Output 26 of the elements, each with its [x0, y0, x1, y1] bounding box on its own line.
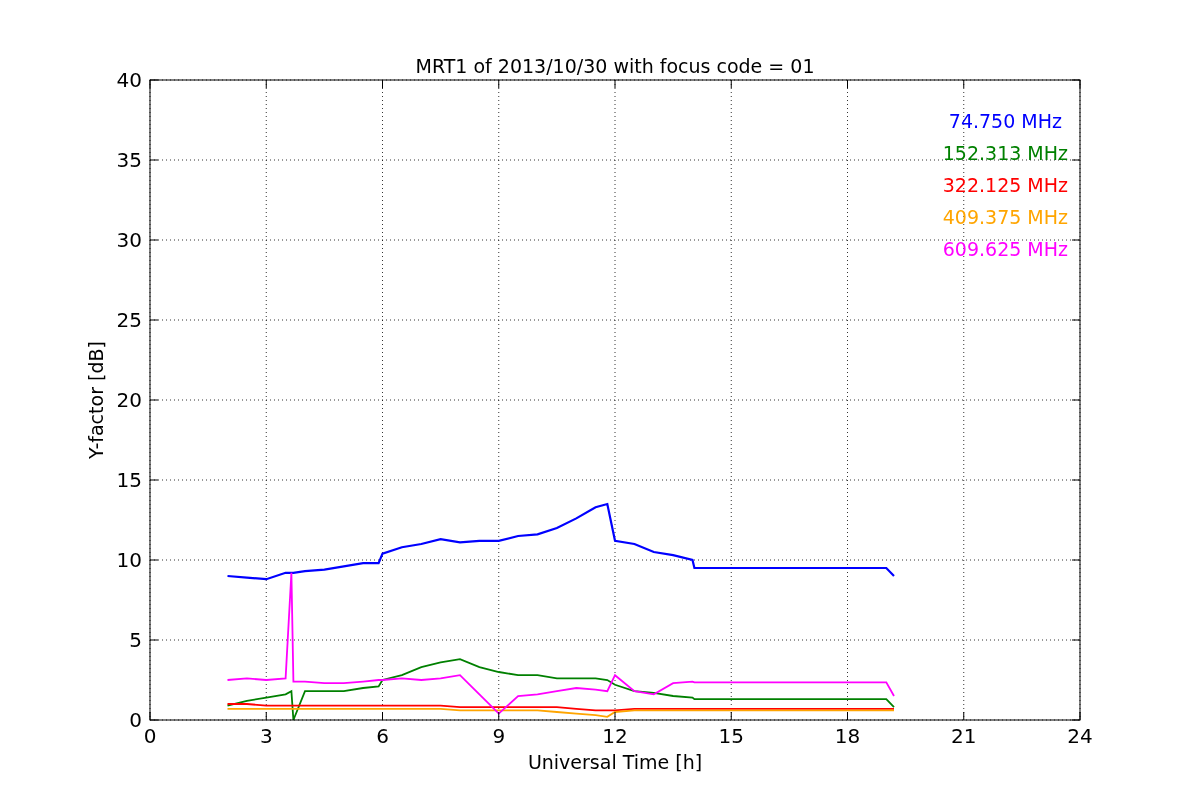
- tick-label: 10: [116, 548, 142, 572]
- tick-label: 6: [376, 724, 389, 748]
- tick-label: 0: [143, 724, 157, 748]
- x-axis-label: Universal Time [h]: [527, 751, 703, 773]
- tick-label: 30: [116, 228, 142, 252]
- legend-label: 152.313 MHz: [942, 142, 1068, 164]
- tick-label: 18: [834, 724, 861, 748]
- tick-label: 15: [116, 468, 142, 492]
- tick-label: 9: [492, 724, 506, 748]
- tick-label: 15: [718, 724, 744, 748]
- tick-label: 20: [116, 388, 142, 412]
- legend-label: 409.375 MHz: [942, 206, 1068, 228]
- legend-label: 609.625 MHz: [942, 238, 1068, 260]
- tick-label: 24: [1067, 724, 1093, 748]
- tick-label: 40: [116, 68, 142, 92]
- chart-title: MRT1 of 2013/10/30 with focus code = 01: [415, 55, 815, 77]
- tick-label: 21: [951, 724, 977, 748]
- legend-label: 322.125 MHz: [942, 174, 1068, 196]
- y-axis-label: Y-factor [dB]: [85, 341, 107, 459]
- tick-label: 12: [602, 724, 628, 748]
- tick-label: 5: [129, 628, 142, 652]
- tick-label: 3: [259, 724, 273, 748]
- tick-label: 25: [116, 308, 142, 332]
- legend-label: 74.750 MHz: [948, 110, 1062, 132]
- tick-label: 0: [129, 708, 142, 732]
- tick-label: 35: [116, 148, 142, 172]
